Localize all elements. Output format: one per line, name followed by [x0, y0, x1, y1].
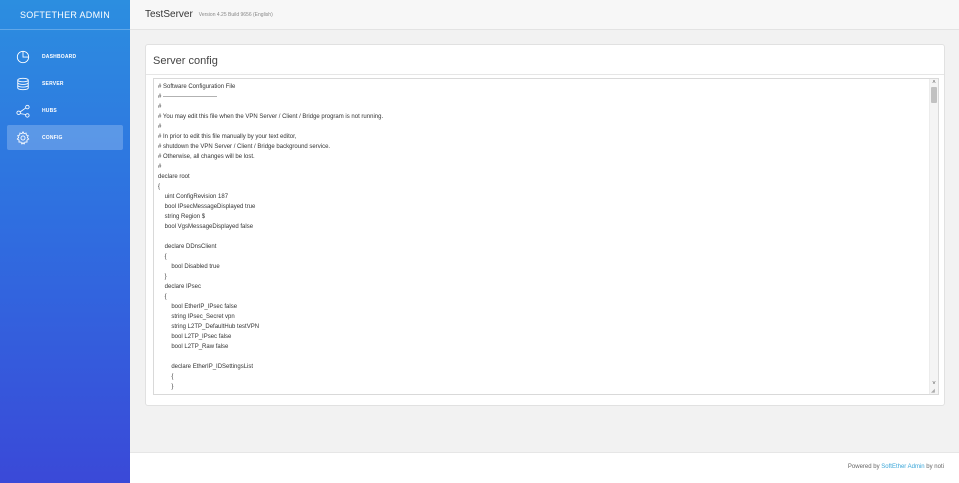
- config-line: {: [158, 254, 167, 260]
- config-line: string IPsec_Secret vpn: [158, 314, 235, 320]
- config-line: # Software Configuration File: [158, 84, 236, 90]
- config-line: declare EtherIP_IDSettingsList: [158, 364, 254, 370]
- footer: Powered by SoftEther Admin by noti: [130, 452, 959, 483]
- sidebar-item-dashboard[interactable]: DASHBOARD: [7, 44, 123, 69]
- config-line: string L2TP_DefaultHub testVPN: [158, 324, 260, 330]
- config-line: bool VgsMessageDisplayed false: [158, 224, 254, 230]
- divider: [146, 74, 944, 75]
- version-text: Version 4.25 Build 9656 (English): [198, 11, 273, 18]
- sidebar-item-label: HUBS: [42, 107, 57, 114]
- resize-handle-icon[interactable]: ◢: [931, 388, 937, 394]
- footer-suffix: by noti: [924, 464, 944, 470]
- config-line: bool EtherIP_IPsec false: [158, 304, 238, 310]
- server-name: TestServer: [145, 9, 193, 20]
- scroll-thumb[interactable]: [931, 87, 937, 103]
- share-icon: [16, 104, 30, 118]
- config-line: uint ConfigRevision 187: [158, 194, 229, 200]
- pie-chart-icon: [16, 50, 30, 64]
- page-title: Server config: [153, 55, 218, 67]
- config-line: # In prior to edit this file manually by…: [158, 134, 297, 140]
- config-line: #: [158, 124, 162, 130]
- config-line: bool L2TP_IPsec false: [158, 334, 232, 340]
- config-line: # ---------------------------: [158, 94, 217, 100]
- config-line: bool Disabled true: [158, 264, 220, 270]
- config-line: declare DDnsClient: [158, 244, 217, 250]
- config-line: #: [158, 164, 162, 170]
- config-line: # You may edit this file when the VPN Se…: [158, 114, 384, 120]
- config-line: bool IPsecMessageDisplayed true: [158, 204, 256, 210]
- config-line: #: [158, 104, 162, 110]
- config-line: # Otherwise, all changes will be lost.: [158, 154, 255, 160]
- top-header: TestServer Version 4.25 Build 9656 (Engl…: [130, 0, 959, 30]
- config-textarea[interactable]: # Software Configuration File # ---------…: [153, 78, 939, 395]
- sidebar-item-hubs[interactable]: HUBS: [7, 98, 123, 123]
- config-line: # shutdown the VPN Server / Client / Bri…: [158, 144, 331, 150]
- scroll-up-button[interactable]: ˄: [930, 79, 938, 87]
- footer-link[interactable]: SoftEther Admin: [881, 464, 924, 470]
- footer-prefix: Powered by: [847, 464, 882, 470]
- config-line: [158, 352, 928, 362]
- config-line: {: [158, 184, 161, 190]
- config-line: }: [158, 274, 167, 280]
- sidebar-item-label: DASHBOARD: [42, 53, 77, 60]
- sidebar: SOFTETHER ADMIN DASHBOARD SERVER HUBS CO…: [0, 0, 130, 483]
- config-line: declare root: [158, 174, 190, 180]
- brand-title[interactable]: SOFTETHER ADMIN: [0, 0, 130, 30]
- scroll-down-button[interactable]: ˅: [930, 380, 938, 388]
- config-line: bool L2TP_Raw false: [158, 344, 229, 350]
- sidebar-nav: DASHBOARD SERVER HUBS CONFIG: [0, 30, 130, 150]
- config-line: string Region $: [158, 214, 206, 220]
- sidebar-item-label: SERVER: [42, 80, 64, 87]
- config-line: }: [158, 384, 174, 390]
- config-line: [158, 232, 928, 242]
- sidebar-item-config[interactable]: CONFIG: [7, 125, 123, 150]
- sidebar-item-label: CONFIG: [42, 134, 63, 141]
- config-line: {: [158, 374, 174, 380]
- scrollbar[interactable]: ˄ ˅: [929, 79, 938, 394]
- database-icon: [16, 77, 30, 91]
- server-config-card: Server config # Software Configuration F…: [145, 44, 945, 406]
- config-text[interactable]: # Software Configuration File # ---------…: [158, 82, 928, 392]
- config-line: {: [158, 294, 167, 300]
- footer-text: Powered by SoftEther Admin by noti: [848, 464, 944, 470]
- sidebar-item-server[interactable]: SERVER: [7, 71, 123, 96]
- config-line: declare IPsec: [158, 284, 202, 290]
- gear-icon: [16, 130, 30, 145]
